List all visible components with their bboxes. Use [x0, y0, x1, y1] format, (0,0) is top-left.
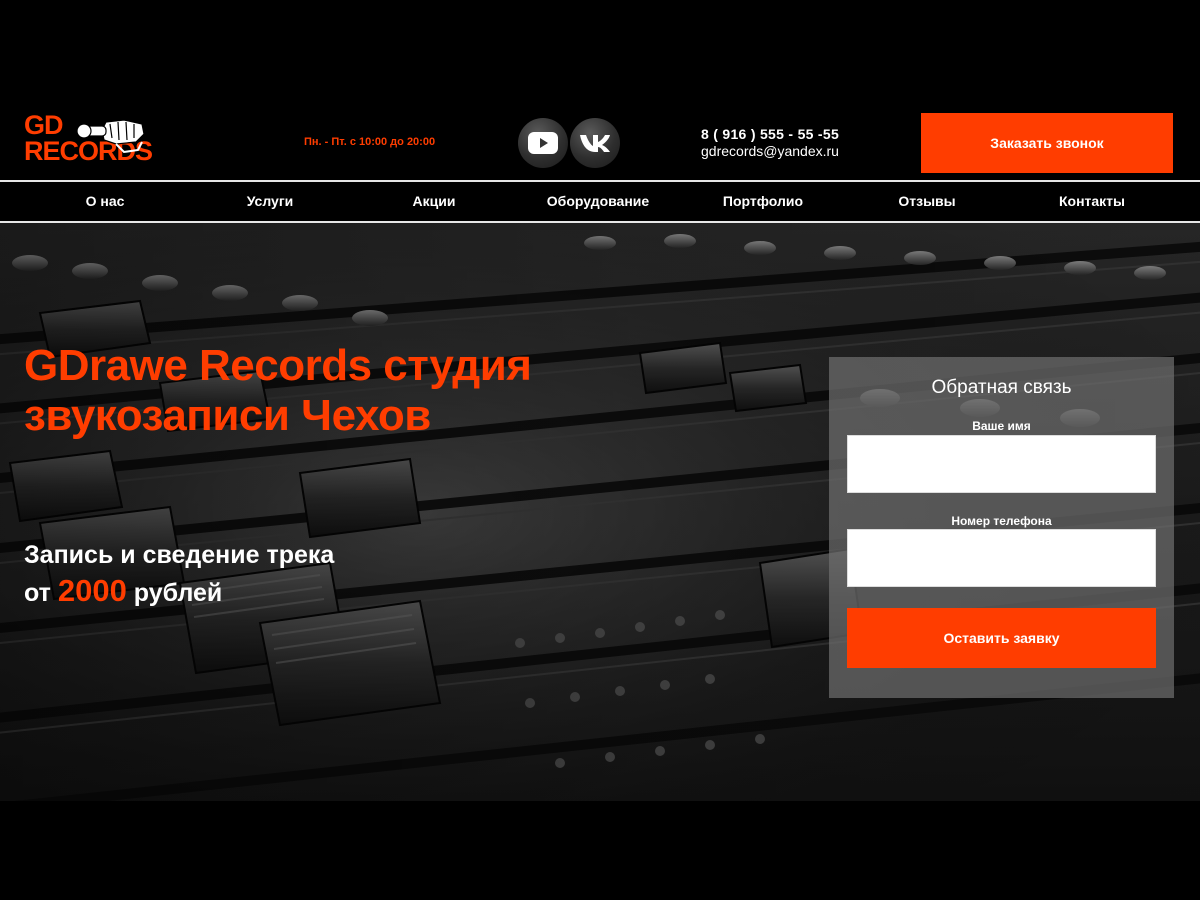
- request-call-button[interactable]: Заказать звонок: [921, 113, 1173, 173]
- price-prefix: от: [24, 579, 51, 607]
- feedback-form: Обратная связь Ваше имя Номер телефона О…: [829, 357, 1174, 698]
- nav-item-about[interactable]: О нас: [25, 182, 185, 221]
- hero-title: GDrawe Records студия звукозаписи Чехов: [24, 341, 532, 440]
- phone-label: Номер телефона: [951, 514, 1052, 528]
- email-address[interactable]: gdrecords@yandex.ru: [680, 143, 860, 160]
- working-hours: Пн. - Пт. с 10:00 до 20:00: [304, 136, 436, 148]
- submit-request-button[interactable]: Оставить заявку: [847, 608, 1156, 668]
- price-value: 2000: [57, 573, 127, 608]
- hero-section: GDrawe Records студия звукозаписи Чехов …: [0, 223, 1200, 801]
- name-field[interactable]: [847, 435, 1156, 493]
- phone-number[interactable]: 8 ( 916 ) 555 - 55 -55: [680, 126, 860, 143]
- nav-item-equipment[interactable]: Оборудование: [518, 182, 678, 221]
- form-title: Обратная связь: [931, 377, 1072, 398]
- hero-subtitle: Запись и сведение трека от 2000 рублей: [24, 537, 334, 611]
- hero-subtitle-line2: от 2000 рублей: [24, 573, 334, 611]
- phone-field[interactable]: [847, 529, 1156, 587]
- nav-item-portfolio[interactable]: Портфолио: [683, 182, 843, 221]
- logo[interactable]: GD RECORDS: [24, 112, 153, 172]
- nav-item-contacts[interactable]: Контакты: [1012, 182, 1172, 221]
- main-nav: О нас Услуги Акции Оборудование Портфоли…: [0, 180, 1200, 223]
- youtube-icon: [528, 132, 558, 154]
- site-header: GD RECORDS Пн. - Пт. с 10:00 до 20:00 8 …: [0, 100, 1200, 180]
- youtube-link[interactable]: [518, 118, 568, 168]
- nav-item-services[interactable]: Услуги: [190, 182, 350, 221]
- vk-link[interactable]: [570, 118, 620, 168]
- nav-item-promo[interactable]: Акции: [354, 182, 514, 221]
- name-label: Ваше имя: [972, 419, 1031, 433]
- hero-subtitle-line1: Запись и сведение трека: [24, 541, 335, 569]
- vk-icon: [580, 135, 610, 152]
- price-suffix: рублей: [133, 579, 223, 607]
- fist-microphone-icon: [76, 119, 145, 154]
- nav-item-reviews[interactable]: Отзывы: [847, 182, 1007, 221]
- contact-info: 8 ( 916 ) 555 - 55 -55 gdrecords@yandex.…: [680, 126, 860, 160]
